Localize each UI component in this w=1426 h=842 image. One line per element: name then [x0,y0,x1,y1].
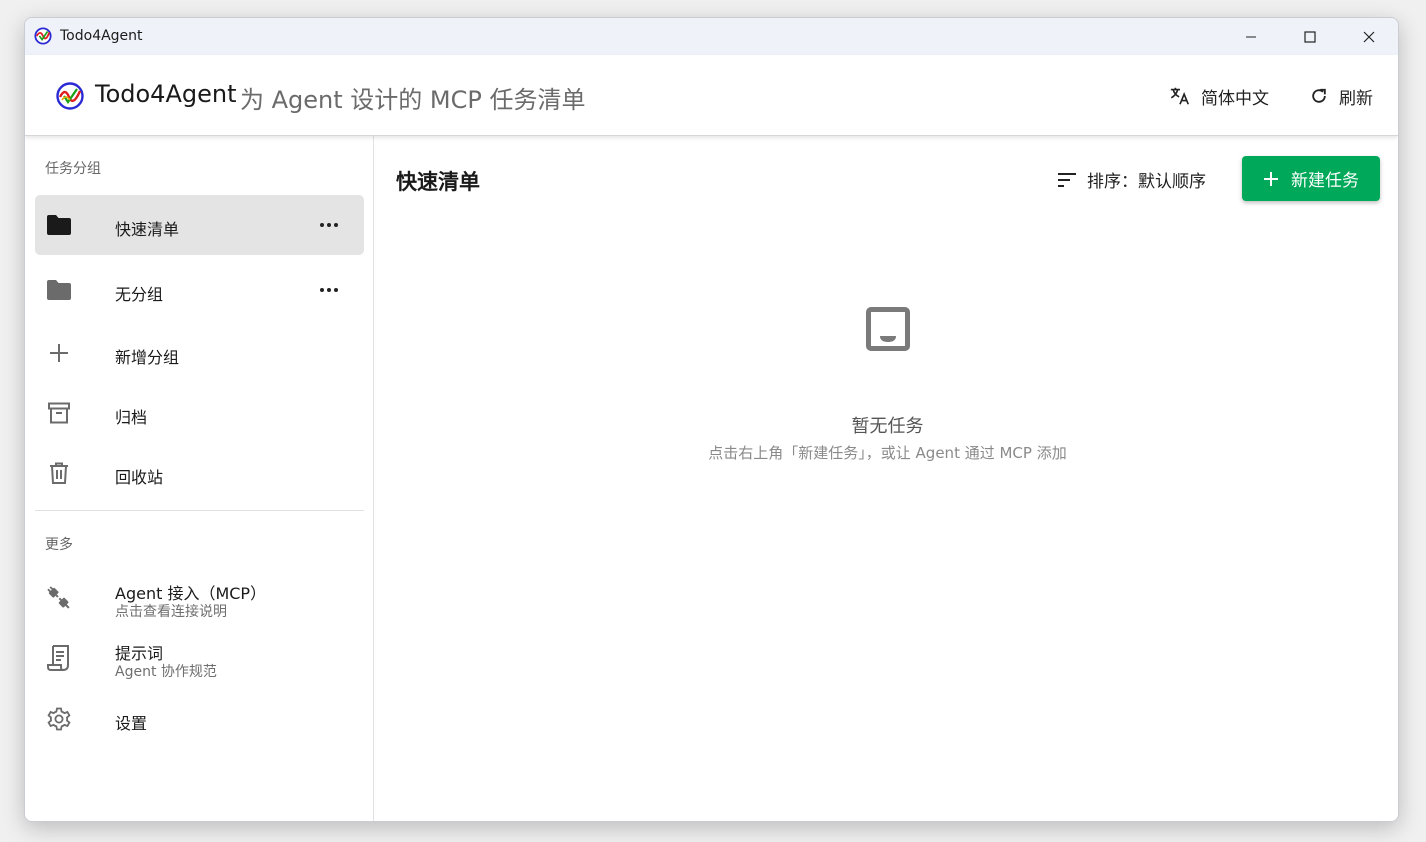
sidebar-item-agent-mcp[interactable]: Agent 接入（MCP） 点击查看连接说明 [35,568,364,628]
sidebar-item-label: 归档 [115,408,148,427]
new-task-button[interactable]: 新建任务 [1242,156,1380,201]
inbox-icon [866,307,910,351]
window-controls [1221,18,1398,55]
sort-icon [1058,172,1076,187]
brand-tagline: 为 Agent 设计的 MCP 任务清单 [240,86,586,114]
sidebar-item-sublabel: Agent 协作规范 [115,664,217,680]
sidebar-item-prompts[interactable]: 提示词 Agent 协作规范 [35,628,364,688]
sidebar-item-add-group[interactable]: 新增分组 [35,323,364,383]
sort-label: 排序：默认顺序 [1087,172,1206,192]
app-header: Todo4Agent 为 Agent 设计的 MCP 任务清单 简体中文 刷新 [25,55,1398,136]
refresh-button[interactable]: 刷新 [1309,83,1373,109]
sidebar-item-label: 回收站 [115,468,164,487]
sidebar-item-label: 无分组 [115,285,164,304]
gear-icon [45,705,73,733]
maximize-icon [1303,30,1316,43]
close-icon [1363,31,1374,42]
translate-icon [1170,87,1190,105]
close-button[interactable] [1339,18,1398,55]
new-task-label: 新建任务 [1291,171,1359,191]
folder-icon [45,211,73,239]
sidebar-item-sublabel: 点击查看连接说明 [115,604,227,620]
refresh-icon [1312,88,1326,103]
plus-icon [1264,171,1278,186]
sidebar-item-quick-list[interactable]: 快速清单 [35,195,364,255]
archive-icon [45,399,73,427]
sidebar-divider [35,510,364,511]
empty-state-title: 暂无任务 [851,416,924,437]
sidebar-item-archive[interactable]: 归档 [35,383,364,443]
plug-icon [45,584,73,612]
empty-state-hint: 点击右上角「新建任务」，或让 Agent 通过 MCP 添加 [708,444,1067,462]
title-bar[interactable]: Todo4Agent [25,18,1398,55]
minimize-button[interactable] [1221,18,1280,55]
sidebar-item-label: 设置 [115,714,148,733]
plus-icon [45,339,73,367]
more-options-icon[interactable] [319,216,339,234]
app-window: Todo4Agent Todo4Agent 为 Agent 设计的 MCP 任务… [24,17,1399,822]
language-button[interactable]: 简体中文 [1169,83,1269,109]
sidebar-item-label: 快速清单 [115,220,180,239]
scroll-icon [45,644,73,672]
sidebar-item-recycle-bin[interactable]: 回收站 [35,443,364,503]
window-title: Todo4Agent [60,28,143,44]
sidebar-item-label: 新增分组 [115,348,180,367]
trash-icon [45,459,73,487]
sidebar: 任务分组 快速清单 无分组 新增分组 归档 回收站 更多 Agent 接入（MC… [25,136,374,821]
more-section-label: 更多 [45,537,73,553]
maximize-button[interactable] [1280,18,1339,55]
groups-section-label: 任务分组 [45,161,101,177]
sort-button[interactable]: 排序：默认顺序 [1057,167,1206,192]
refresh-label: 刷新 [1339,88,1373,109]
brand-name: Todo4Agent [95,80,237,108]
logo-icon [56,82,84,110]
language-label: 简体中文 [1201,88,1269,109]
sidebar-item-settings[interactable]: 设置 [35,689,364,749]
more-options-icon[interactable] [319,281,339,299]
app-icon [34,27,52,45]
main-panel: 快速清单 排序：默认顺序 新建任务 暂无任务 点击右上角「新建任务」，或让 Ag… [375,136,1398,821]
sidebar-item-ungrouped[interactable]: 无分组 [35,260,364,320]
folder-icon [45,276,73,304]
minimize-icon [1245,36,1256,37]
page-title: 快速清单 [396,170,480,194]
